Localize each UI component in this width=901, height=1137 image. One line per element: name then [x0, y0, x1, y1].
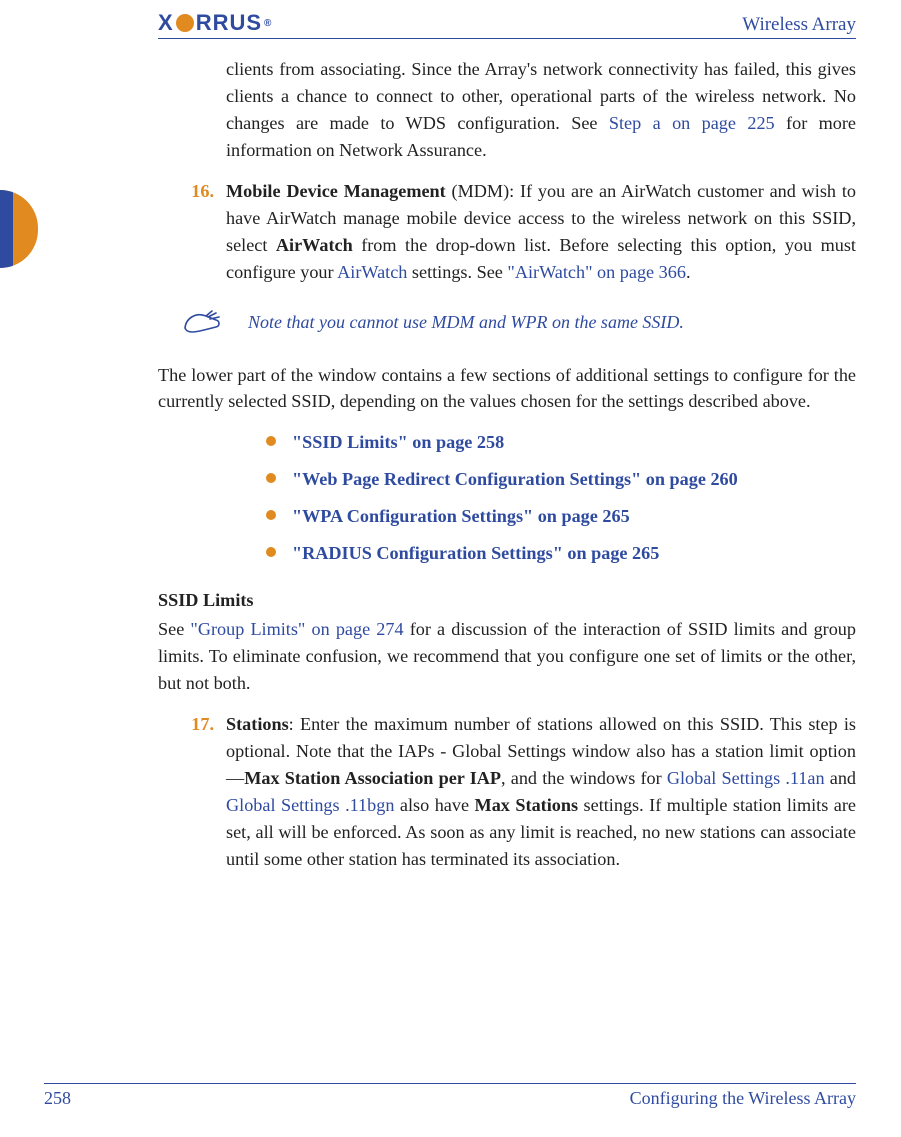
- item-16-body: Mobile Device Management (MDM): If you a…: [226, 178, 856, 286]
- ssid-limits-paragraph: See "Group Limits" on page 274 for a dis…: [158, 616, 856, 697]
- link-step-a-225[interactable]: Step a on page 225: [609, 113, 775, 133]
- list-item-17: 17. Stations: Enter the maximum number o…: [158, 711, 856, 873]
- item-16-term: Mobile Device Management: [226, 181, 446, 201]
- logo-registered: ®: [264, 18, 272, 29]
- xirrus-logo: X RRUS ®: [158, 10, 272, 38]
- item-16-t4: .: [686, 262, 691, 282]
- item-16-airwatch-bold: AirWatch: [276, 235, 353, 255]
- item-17-max-stations: Max Stations: [475, 795, 579, 815]
- page-footer: 258 Configuring the Wireless Array: [44, 1083, 856, 1109]
- bullet-list: "SSID Limits" on page 258 "Web Page Redi…: [226, 429, 856, 567]
- logo-sun-icon: [176, 14, 194, 32]
- note-hand-icon: [158, 308, 248, 338]
- link-ssid-limits-258[interactable]: "SSID Limits" on page 258: [292, 432, 504, 452]
- item-number-17: 17.: [158, 711, 226, 873]
- mid-paragraph: The lower part of the window contains a …: [158, 362, 856, 416]
- item-17-t2: , and the windows for: [501, 768, 667, 788]
- list-item-16: 16. Mobile Device Management (MDM): If y…: [158, 178, 856, 286]
- item-17-max-assoc: Max Station Association per IAP: [244, 768, 501, 788]
- note-row: Note that you cannot use MDM and WPR on …: [158, 308, 856, 338]
- side-tab-marker: [0, 190, 38, 268]
- intro-continuation: clients from associating. Since the Arra…: [226, 56, 856, 164]
- list-item: "Web Page Redirect Configuration Setting…: [266, 466, 856, 493]
- page-content: clients from associating. Since the Arra…: [158, 56, 856, 887]
- link-global-11an[interactable]: Global Settings .11an: [667, 768, 825, 788]
- item-17-t4: also have: [394, 795, 474, 815]
- link-global-11bgn[interactable]: Global Settings .11bgn: [226, 795, 394, 815]
- link-wpr-settings-260[interactable]: "Web Page Redirect Configuration Setting…: [292, 469, 738, 489]
- footer-section-title: Configuring the Wireless Array: [630, 1088, 856, 1109]
- heading-ssid-limits: SSID Limits: [158, 587, 856, 614]
- list-item: "WPA Configuration Settings" on page 265: [266, 503, 856, 530]
- logo-text-left: X: [158, 10, 174, 36]
- ssid-t1: See: [158, 619, 190, 639]
- link-radius-settings-265[interactable]: "RADIUS Configuration Settings" on page …: [292, 543, 659, 563]
- header-title: Wireless Array: [742, 14, 856, 38]
- item-17-t3: and: [825, 768, 856, 788]
- link-group-limits-274[interactable]: "Group Limits" on page 274: [190, 619, 403, 639]
- page-header: X RRUS ® Wireless Array: [158, 8, 856, 39]
- note-text: Note that you cannot use MDM and WPR on …: [248, 309, 684, 336]
- link-wpa-settings-265[interactable]: "WPA Configuration Settings" on page 265: [292, 506, 630, 526]
- link-airwatch-page-366[interactable]: "AirWatch" on page 366: [507, 262, 686, 282]
- item-number-16: 16.: [158, 178, 226, 286]
- logo-text-right: RRUS: [196, 10, 262, 36]
- item-17-body: Stations: Enter the maximum number of st…: [226, 711, 856, 873]
- list-item: "SSID Limits" on page 258: [266, 429, 856, 456]
- link-airwatch-settings[interactable]: AirWatch: [337, 262, 407, 282]
- item-17-term: Stations: [226, 714, 289, 734]
- page-number: 258: [44, 1088, 71, 1109]
- item-16-t3: settings. See: [407, 262, 507, 282]
- list-item: "RADIUS Configuration Settings" on page …: [266, 540, 856, 567]
